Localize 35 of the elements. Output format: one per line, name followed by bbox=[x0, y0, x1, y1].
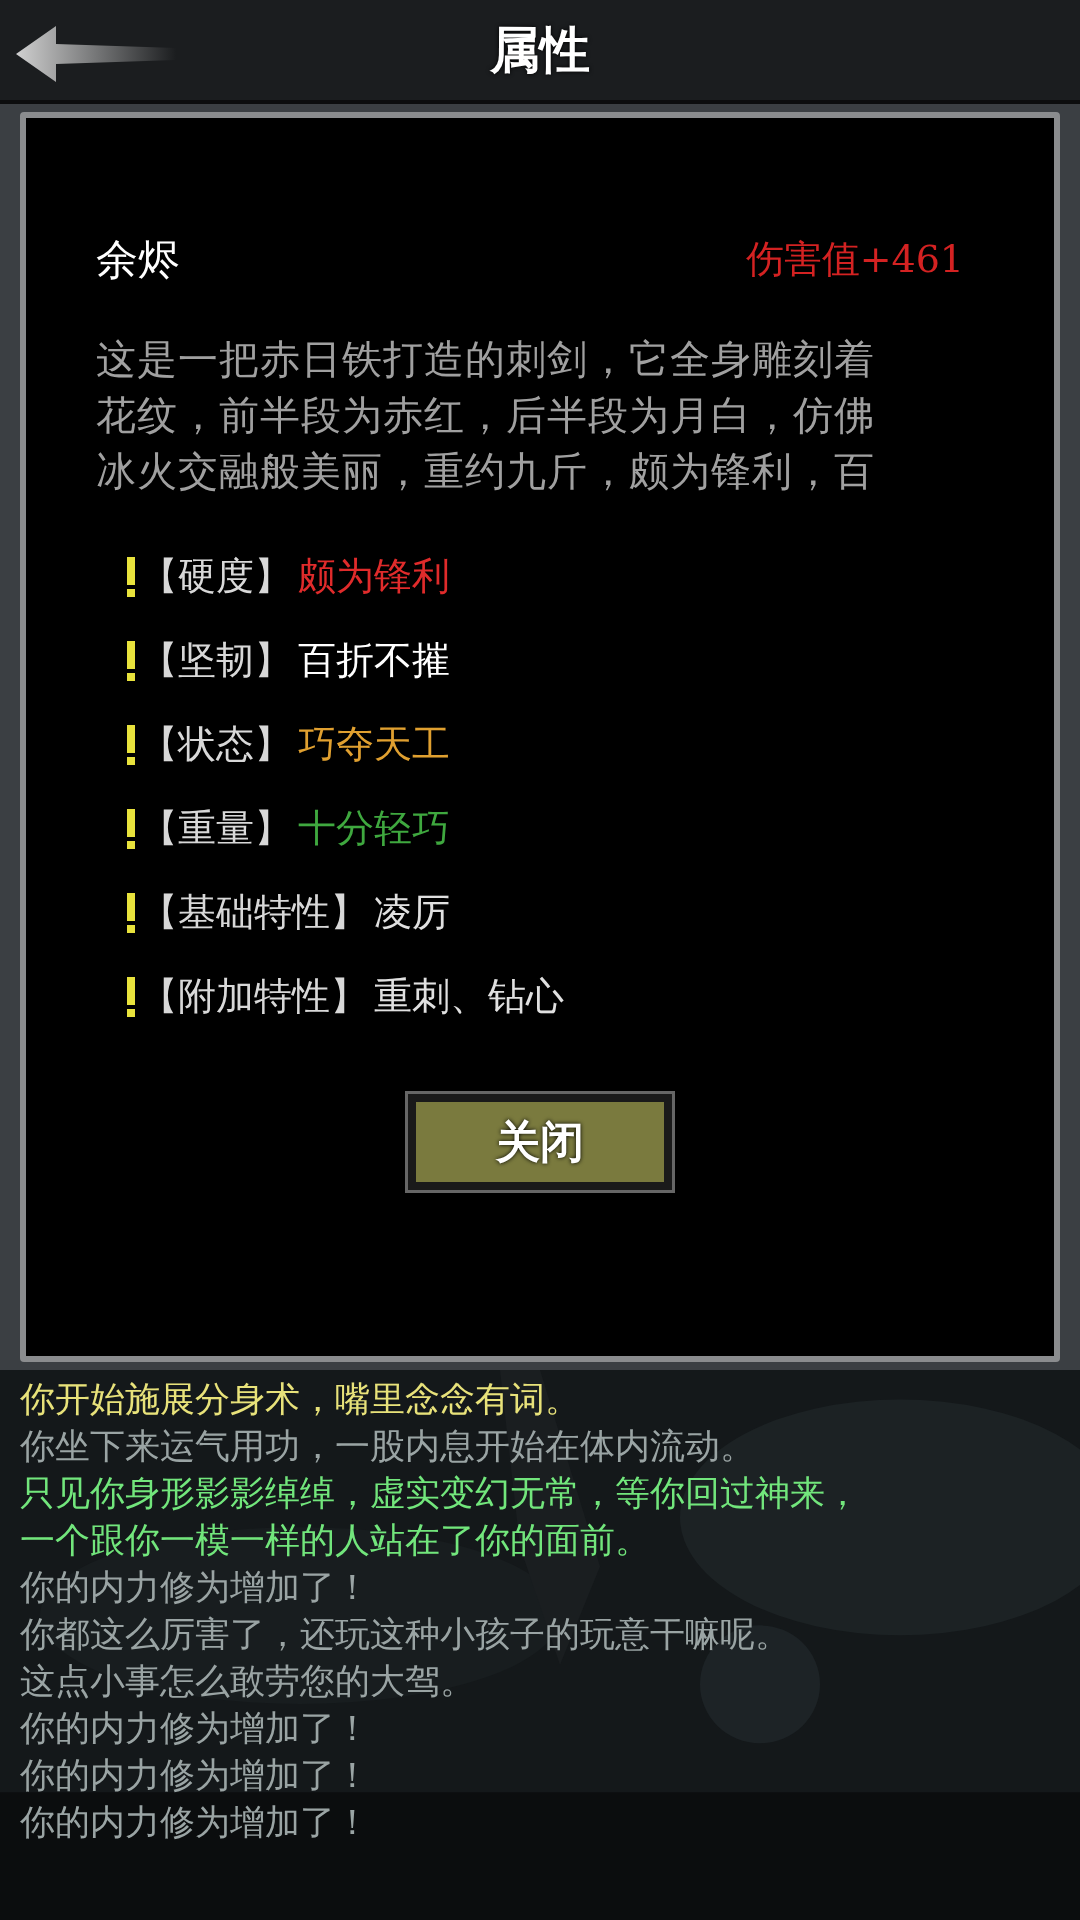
attribute-value: 重刺、钻心 bbox=[374, 973, 564, 1020]
attribute-label: 【基础特性】 bbox=[140, 889, 368, 936]
description-line: 这是一把赤日铁打造的刺剑，它全身雕刻着 bbox=[96, 335, 876, 384]
attribute-value: 凌厉 bbox=[374, 889, 450, 936]
log-line: 你的内力修为增加了！ bbox=[20, 1707, 371, 1750]
exclamation-icon bbox=[126, 640, 136, 681]
close-button[interactable]: 关闭 bbox=[408, 1094, 672, 1190]
page-title: 属性 bbox=[490, 19, 590, 81]
log-line: 你的内力修为增加了！ bbox=[20, 1801, 371, 1844]
log-line: 你开始施展分身术，嘴里念念有词。 bbox=[20, 1378, 581, 1421]
log-line: 一个跟你一模一样的人站在了你的面前。 bbox=[20, 1519, 651, 1562]
exclamation-icon bbox=[126, 892, 136, 933]
attribute-label: 【状态】 bbox=[140, 721, 292, 768]
description-line: 花纹，前半段为赤红，后半段为月白，仿佛 bbox=[96, 391, 876, 440]
log-line: 这点小事怎么敢劳您的大驾。 bbox=[20, 1660, 476, 1703]
attribute-value: 巧夺天工 bbox=[298, 721, 450, 768]
log-line: 你的内力修为增加了！ bbox=[20, 1754, 371, 1797]
attribute-label: 【附加特性】 bbox=[140, 973, 368, 1020]
log-line: 你的内力修为增加了！ bbox=[20, 1566, 371, 1609]
exclamation-icon bbox=[126, 724, 136, 765]
attribute-value: 十分轻巧 bbox=[298, 805, 450, 852]
log-line: 你坐下来运气用功，一股内息开始在体内流动。 bbox=[20, 1425, 756, 1468]
attribute-value: 颇为锋利 bbox=[298, 553, 450, 600]
log-line: 只见你身形影影绰绰，虚实变幻无常，等你回过神来， bbox=[20, 1472, 861, 1515]
log-line: 你都这么厉害了，还玩这种小孩子的玩意干嘛呢。 bbox=[20, 1613, 791, 1656]
exclamation-icon bbox=[126, 808, 136, 849]
exclamation-icon bbox=[126, 556, 136, 597]
description-line: 冰火交融般美丽，重约九斤，颇为锋利，百 bbox=[96, 447, 876, 496]
item-name: 余烬 bbox=[96, 234, 180, 286]
attribute-label: 【坚韧】 bbox=[140, 637, 292, 684]
attribute-value: 百折不摧 bbox=[298, 637, 450, 684]
attribute-label: 【硬度】 bbox=[140, 553, 292, 600]
damage-value: 伤害值+461 bbox=[745, 236, 964, 283]
attribute-label: 【重量】 bbox=[140, 805, 292, 852]
exclamation-icon bbox=[126, 976, 136, 1017]
